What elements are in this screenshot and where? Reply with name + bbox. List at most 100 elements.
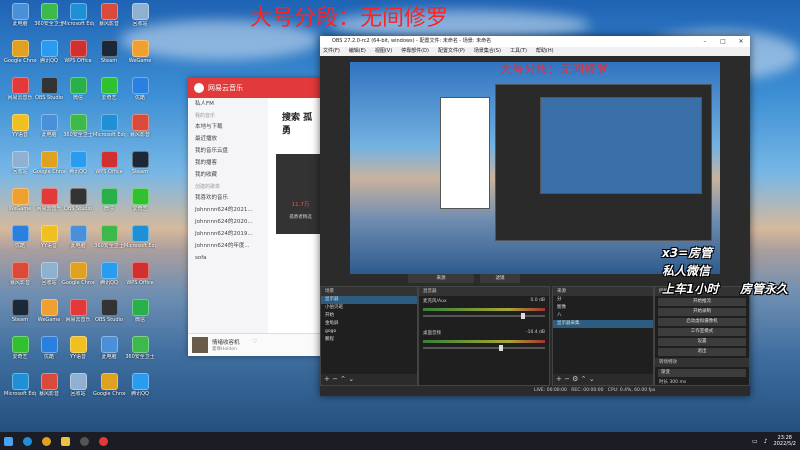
obs-titlebar[interactable]: OBS 27.2.0-rc2 (64-bit, windows) - 配置文件:… xyxy=(320,36,750,47)
netease-window[interactable]: 网易云音乐 私人FM 我的音乐 本地与下载 最近播放 我的音乐云盘 我的播客 我… xyxy=(188,78,325,356)
desktop-icon[interactable]: Microsoft Edge xyxy=(62,3,94,27)
scene-item[interactable]: 小伯贝班 xyxy=(321,304,417,312)
minimize-icon[interactable]: – xyxy=(696,36,714,47)
settings-button[interactable]: 设置 xyxy=(658,338,746,346)
playlist-item[interactable]: Johnnnn624的2020... xyxy=(188,216,268,228)
desktop-icon[interactable]: OBS Studio xyxy=(93,299,125,323)
desktop-icon[interactable]: Steam xyxy=(124,151,156,175)
sources-toolbar[interactable]: + − ⚙ ⌃ ⌄ xyxy=(553,374,653,385)
album-cover[interactable] xyxy=(192,337,208,353)
volume-icon[interactable]: ♪ xyxy=(764,438,768,445)
desktop-icon[interactable]: WeGame xyxy=(124,40,156,64)
obs-window[interactable]: OBS 27.2.0-rc2 (64-bit, windows) - 配置文件:… xyxy=(320,36,750,396)
scene-item[interactable]: 鹏程 xyxy=(321,336,417,344)
desktop-icon[interactable]: YY语音 xyxy=(33,225,65,249)
desktop-icon[interactable]: Steam xyxy=(93,40,125,64)
playlist-item[interactable]: Johnnnn624的2021... xyxy=(188,204,268,216)
desktop-icon[interactable]: 爱奇艺 xyxy=(124,188,156,212)
desktop-icon[interactable]: 微信 xyxy=(93,188,125,212)
desktop-icon[interactable]: Microsoft Edge xyxy=(4,373,36,397)
desktop-icon[interactable]: 此电脑 xyxy=(93,336,125,360)
menu-edit[interactable]: 编辑(E) xyxy=(349,47,366,56)
tab-sources[interactable]: 来源 xyxy=(408,274,474,283)
start-recording-button[interactable]: 开始录制 xyxy=(658,308,746,316)
desktop-icon[interactable]: WeGame xyxy=(33,299,65,323)
heart-icon[interactable]: ♡ xyxy=(252,338,257,345)
desktop-icon[interactable]: 360安全卫士 xyxy=(124,336,156,360)
desktop-icon[interactable]: 暴风影音 xyxy=(4,262,36,286)
playlist-item[interactable]: Johnnnn624的2019... xyxy=(188,228,268,240)
clock[interactable]: 23:28 2022/5/2 xyxy=(774,435,796,447)
desktop-icon[interactable]: 360安全卫士 xyxy=(62,114,94,138)
netease-titlebar[interactable]: 网易云音乐 xyxy=(188,78,321,98)
duration-input[interactable]: 300 ms xyxy=(669,380,686,385)
virtual-camera-button[interactable]: 启动虚拟摄像机 xyxy=(658,318,746,326)
desktop-icon[interactable]: 回收站 xyxy=(62,373,94,397)
network-icon[interactable]: ▭ xyxy=(752,438,758,445)
desktop-icon[interactable]: Microsoft Edge xyxy=(93,114,125,138)
maximize-icon[interactable]: □ xyxy=(714,36,732,47)
source-item[interactable]: 八 xyxy=(553,312,653,320)
desktop-icon[interactable]: 此电脑 xyxy=(33,114,65,138)
scene-item[interactable]: 开始 xyxy=(321,312,417,320)
desktop-icon[interactable]: 网易云音乐 xyxy=(62,299,94,323)
desktop-icon[interactable]: 优酷 xyxy=(33,336,65,360)
menu-scene-collection[interactable]: 场景集合(S) xyxy=(474,47,501,56)
desktop-icon[interactable]: OBS Studio xyxy=(33,77,65,101)
desktop-icon[interactable]: YY语音 xyxy=(62,336,94,360)
sidebar-item-favorites[interactable]: 我的收藏 xyxy=(188,169,268,181)
source-item[interactable]: 图像 xyxy=(553,304,653,312)
studio-mode-button[interactable]: 工作室模式 xyxy=(658,328,746,336)
desktop-icon[interactable]: 微信 xyxy=(124,299,156,323)
sidebar-item-recent[interactable]: 最近播放 xyxy=(188,133,268,145)
desktop-icon[interactable]: 腾讯QQ xyxy=(62,151,94,175)
desktop-icon[interactable]: OBS Studio xyxy=(62,188,94,212)
menu-help[interactable]: 帮助(H) xyxy=(536,47,554,56)
volume-slider[interactable] xyxy=(423,313,545,319)
desktop-icon[interactable]: 网易云音乐 xyxy=(33,188,65,212)
desktop-icon[interactable]: 爱奇艺 xyxy=(4,336,36,360)
desktop-icon[interactable]: 优酷 xyxy=(4,225,36,249)
exit-button[interactable]: 退出 xyxy=(658,348,746,356)
desktop-icon[interactable]: 网易云音乐 xyxy=(4,77,36,101)
chrome-taskbar-icon[interactable] xyxy=(38,432,54,450)
desktop-icon[interactable]: 此电脑 xyxy=(4,3,36,27)
desktop-icon[interactable]: Steam xyxy=(4,299,36,323)
scenes-toolbar[interactable]: + − ⌃ ⌄ xyxy=(321,374,417,385)
tab-filters[interactable]: 滤镜 xyxy=(480,274,520,283)
edge-taskbar-icon[interactable] xyxy=(19,432,35,450)
desktop-icon[interactable]: Google Chrome xyxy=(93,373,125,397)
scene-item[interactable]: 显示器 xyxy=(321,296,417,304)
desktop-icon[interactable]: Google Chrome xyxy=(33,151,65,175)
sidebar-item-fm[interactable]: 私人FM xyxy=(188,98,268,110)
source-item[interactable]: 显示器采集 xyxy=(553,320,653,328)
playlist-item[interactable]: sofa xyxy=(188,252,268,264)
desktop-icon[interactable]: 暴风影音 xyxy=(93,3,125,27)
desktop-icon[interactable]: 回收站 xyxy=(124,3,156,27)
scene-item[interactable]: 金龟屏 xyxy=(321,320,417,328)
desktop-icon[interactable]: 爱奇艺 xyxy=(93,77,125,101)
sidebar-item-local[interactable]: 本地与下载 xyxy=(188,121,268,133)
netease-taskbar-icon[interactable] xyxy=(95,432,111,450)
desktop-icon[interactable]: 暴风影音 xyxy=(33,373,65,397)
menu-docks[interactable]: 停靠部件(D) xyxy=(401,47,429,56)
desktop-icon[interactable]: 暴风影音 xyxy=(124,114,156,138)
desktop-icon[interactable]: Google Chrome xyxy=(4,40,36,64)
start-streaming-button[interactable]: 开始推流 xyxy=(658,298,746,306)
desktop-icon[interactable]: Google Chrome xyxy=(62,262,94,286)
start-button[interactable] xyxy=(0,432,16,450)
desktop-icon[interactable]: YY语音 xyxy=(4,114,36,138)
playlist-card[interactable]: 11.7万 孤勇者精选 xyxy=(276,154,325,234)
desktop-icon[interactable]: WeGame xyxy=(4,188,36,212)
volume-slider[interactable] xyxy=(423,345,545,351)
obs-preview[interactable]: 大号分段：无间修罗 xyxy=(350,62,720,274)
desktop-icon[interactable]: 此电脑 xyxy=(62,225,94,249)
close-icon[interactable]: ✕ xyxy=(732,36,750,47)
menu-tools[interactable]: 工具(T) xyxy=(510,47,527,56)
playlist-item[interactable]: 我喜欢的音乐 xyxy=(188,192,268,204)
menu-view[interactable]: 视图(V) xyxy=(375,47,392,56)
playlist-item[interactable]: Johnnnn624的年度... xyxy=(188,240,268,252)
obs-taskbar-icon[interactable] xyxy=(76,432,92,450)
desktop-icon[interactable]: WPS Office xyxy=(62,40,94,64)
sidebar-item-podcast[interactable]: 我的播客 xyxy=(188,157,268,169)
